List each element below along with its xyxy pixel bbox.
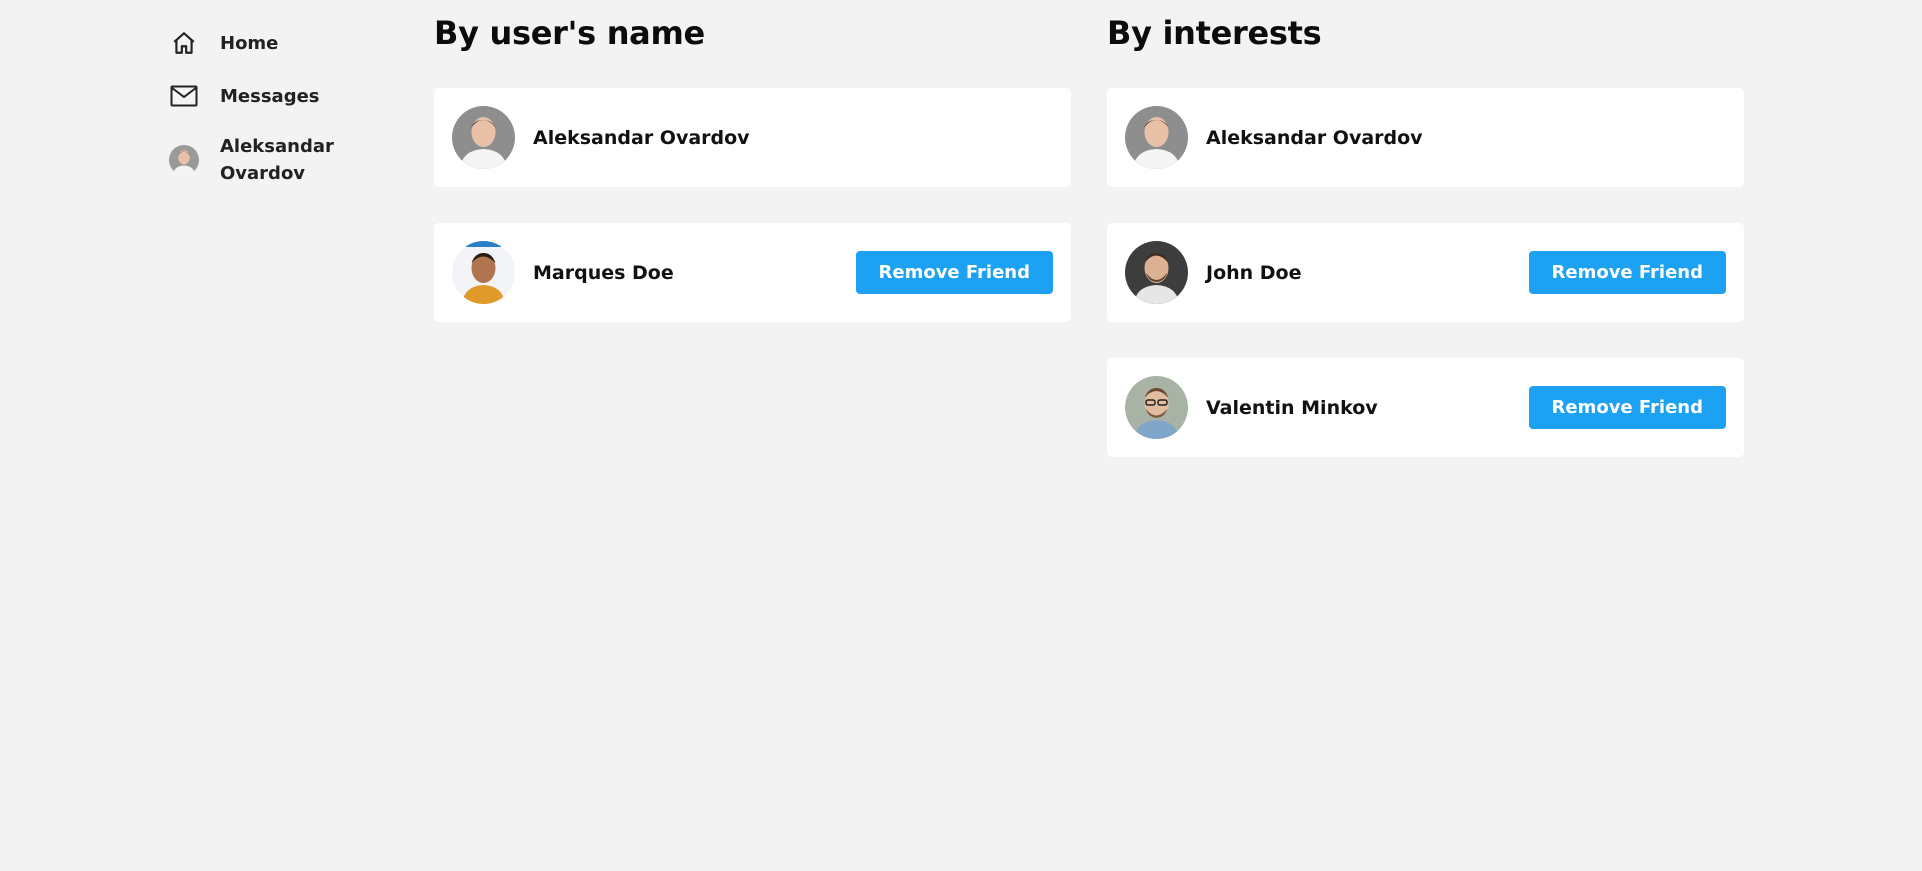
sidebar-item-label: Home	[220, 32, 279, 54]
remove-friend-button[interactable]: Remove Friend	[1528, 386, 1726, 429]
sidebar: Home Messages Aleksandar Ovardov	[168, 26, 388, 207]
by-name-section: By user's name Aleksandar Ovardov Marque…	[434, 0, 1071, 338]
remove-friend-button[interactable]: Remove Friend	[855, 251, 1053, 294]
remove-friend-button[interactable]: Remove Friend	[1528, 251, 1726, 294]
avatar	[1125, 241, 1188, 304]
sidebar-item-label: Messages	[220, 85, 320, 107]
user-card[interactable]: Marques Doe Remove Friend	[434, 223, 1071, 322]
user-card[interactable]: Aleksandar Ovardov	[434, 88, 1071, 187]
by-interests-section: By interests Aleksandar Ovardov John Doe…	[1107, 0, 1744, 473]
section-title: By interests	[1107, 14, 1322, 52]
avatar	[452, 241, 515, 304]
user-card[interactable]: Valentin Minkov Remove Friend	[1107, 358, 1744, 457]
user-name[interactable]: John Doe	[1206, 262, 1529, 284]
avatar	[452, 106, 515, 169]
sidebar-item-messages[interactable]: Messages	[168, 79, 388, 113]
section-title: By user's name	[434, 14, 705, 52]
sidebar-item-home[interactable]: Home	[168, 26, 388, 60]
user-name[interactable]: Valentin Minkov	[1206, 397, 1529, 419]
avatar	[1125, 106, 1188, 169]
home-icon	[168, 27, 200, 59]
user-name[interactable]: Aleksandar Ovardov	[1206, 127, 1726, 149]
user-name[interactable]: Aleksandar Ovardov	[533, 127, 1053, 149]
sidebar-item-profile[interactable]: Aleksandar Ovardov	[168, 132, 388, 188]
user-card[interactable]: John Doe Remove Friend	[1107, 223, 1744, 322]
sidebar-item-label: Aleksandar Ovardov	[220, 136, 334, 184]
user-name[interactable]: Marques Doe	[533, 262, 856, 284]
avatar	[1125, 376, 1188, 439]
envelope-icon	[168, 80, 200, 112]
avatar	[168, 144, 200, 176]
user-card[interactable]: Aleksandar Ovardov	[1107, 88, 1744, 187]
